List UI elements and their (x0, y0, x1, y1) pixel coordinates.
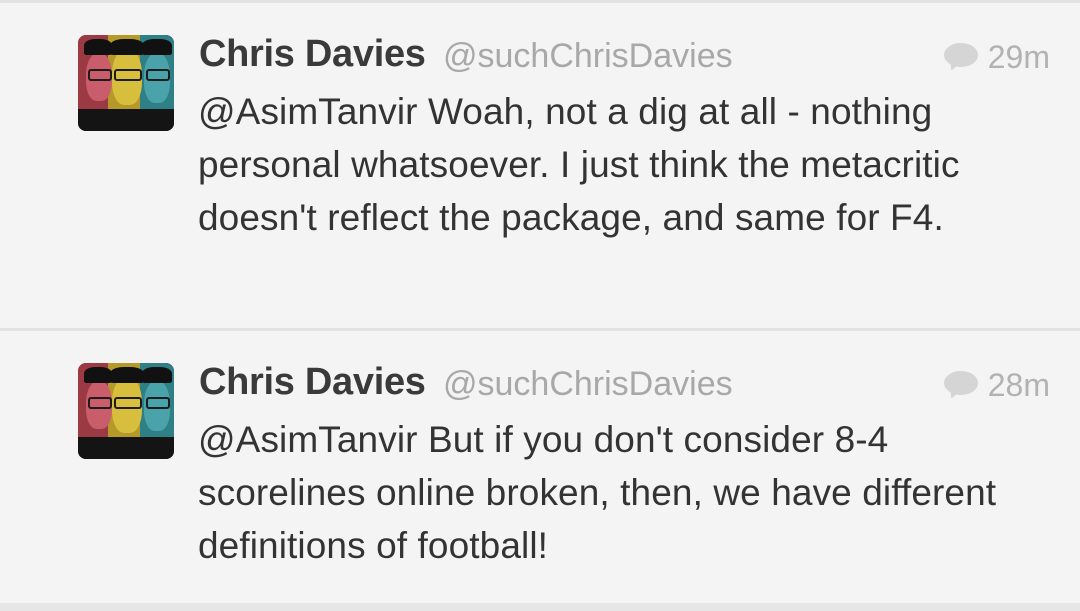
speech-bubble-icon[interactable] (943, 371, 978, 401)
tweet-text: @AsimTanvir But if you don't consider 8-… (198, 419, 997, 566)
tweet-timestamp: 28m (987, 366, 1050, 403)
speech-bubble-icon[interactable] (943, 43, 978, 73)
tweet-text: @AsimTanvir Woah, not a dig at all - not… (198, 91, 960, 238)
tweet-timestamp: 29m (987, 38, 1050, 75)
tweet-item[interactable]: Chris Davies @suchChrisDavies 28m @AsimT… (0, 331, 1080, 603)
author-name[interactable]: Chris Davies (199, 361, 426, 404)
tweet-item[interactable]: Chris Davies @suchChrisDavies 29m @AsimT… (0, 3, 1080, 328)
author-handle[interactable]: @suchChrisDavies (443, 37, 733, 76)
tweet-meta: 29m (943, 37, 1050, 77)
author-handle[interactable]: @suchChrisDavies (443, 365, 733, 404)
tweet-meta: 28m (943, 365, 1050, 405)
bottom-divider (0, 603, 1080, 611)
author-name[interactable]: Chris Davies (199, 33, 426, 76)
profile-avatar[interactable] (78, 363, 174, 459)
profile-avatar[interactable] (78, 35, 174, 131)
